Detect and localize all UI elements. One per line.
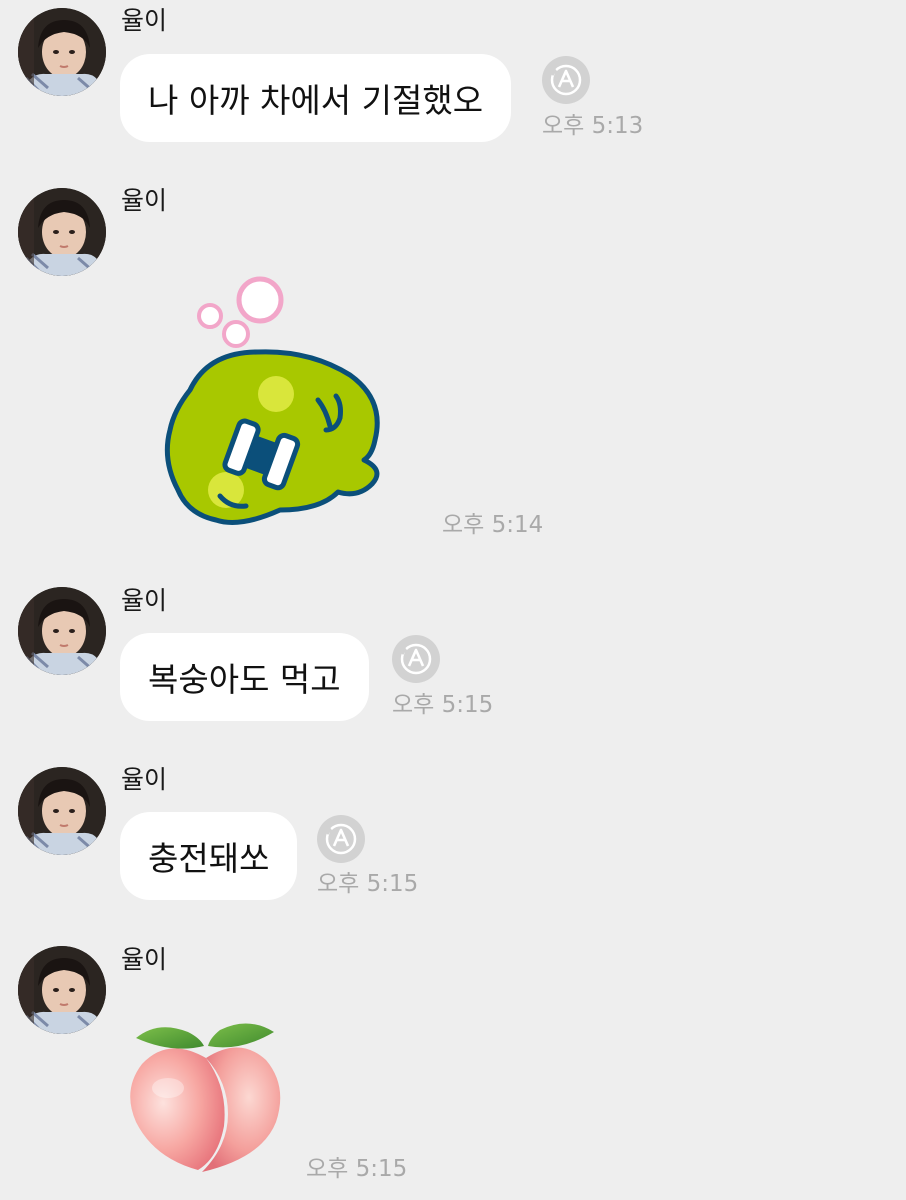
avatar[interactable] [18, 767, 106, 855]
sender-name: 율이 [121, 586, 168, 615]
translate-button[interactable] [392, 635, 440, 683]
translate-icon [325, 823, 357, 855]
sender-name: 율이 [121, 765, 168, 794]
sender-name: 율이 [121, 186, 168, 215]
message-bubble[interactable]: 복숭아도 먹고 [120, 633, 369, 721]
avatar[interactable] [18, 946, 106, 1034]
translate-icon [400, 643, 432, 675]
translate-button[interactable] [542, 56, 590, 104]
timestamp: 오후 5:15 [392, 692, 494, 718]
avatar[interactable] [18, 587, 106, 675]
translate-button[interactable] [317, 815, 365, 863]
translate-icon [550, 64, 582, 96]
timestamp: 오후 5:15 [306, 1156, 408, 1182]
timestamp: 오후 5:15 [317, 871, 419, 897]
message-bubble[interactable]: 충전돼쏘 [120, 812, 298, 900]
timestamp: 오후 5:14 [442, 512, 544, 538]
sender-name: 율이 [121, 6, 168, 35]
message-bubble[interactable]: 나 아까 차에서 기절했오 [120, 54, 512, 142]
timestamp: 오후 5:13 [542, 113, 644, 139]
sleeping-green-blob-sticker[interactable] [160, 270, 390, 545]
sender-name: 율이 [121, 945, 168, 974]
avatar[interactable] [18, 188, 106, 276]
avatar[interactable] [18, 8, 106, 96]
peach-emoji[interactable] [128, 1018, 283, 1176]
